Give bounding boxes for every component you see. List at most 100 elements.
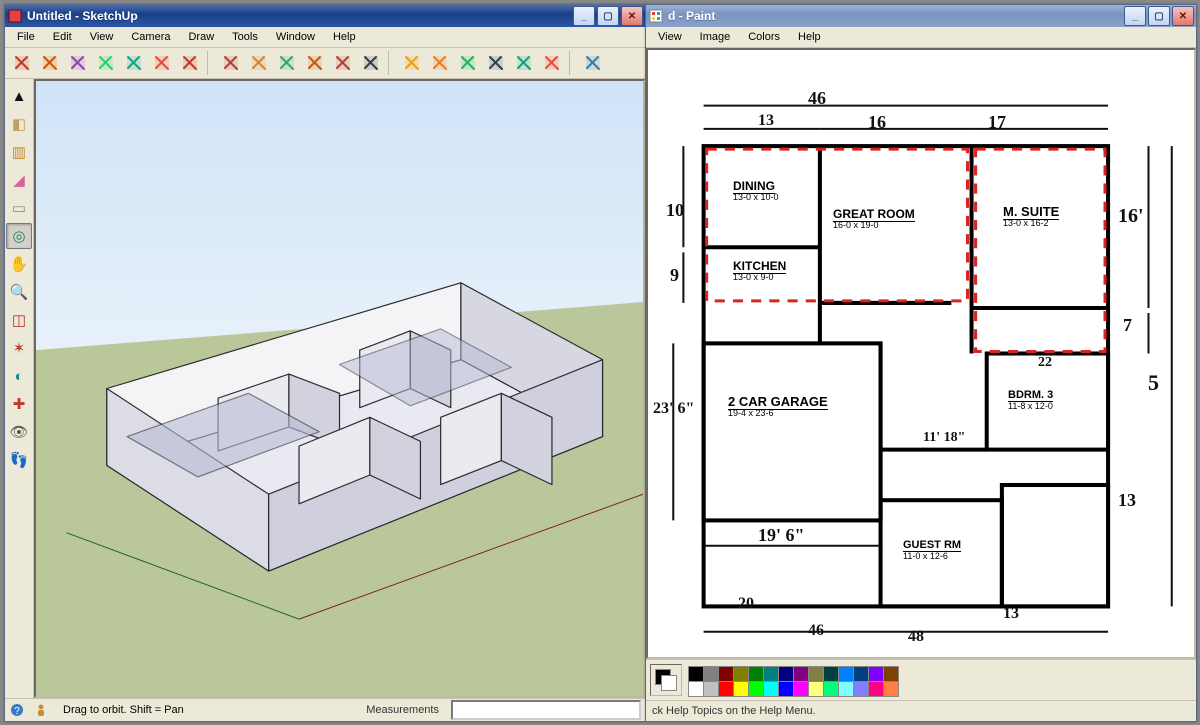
menu-help[interactable]: Help xyxy=(790,29,829,45)
menu-view[interactable]: View xyxy=(650,29,690,45)
dimension-annotation: 16' xyxy=(1118,205,1144,228)
zoom-window-tool[interactable]: ◫ xyxy=(6,307,32,333)
measurements-label: Measurements xyxy=(366,704,443,716)
paint-titlebar[interactable]: d - Paint _ ▢ ✕ xyxy=(646,5,1196,27)
swatch[interactable] xyxy=(748,666,764,682)
paint-color-palette xyxy=(646,659,1196,700)
swatch[interactable] xyxy=(808,681,824,697)
followme-tool[interactable] xyxy=(302,50,328,76)
menu-window[interactable]: Window xyxy=(268,29,323,45)
measurements-input[interactable] xyxy=(451,700,641,720)
component-tool[interactable]: ◧ xyxy=(6,111,32,137)
swatch[interactable] xyxy=(823,681,839,697)
look-around-tool[interactable]: 👁 xyxy=(6,419,32,445)
swatch[interactable] xyxy=(718,681,734,697)
swatch[interactable] xyxy=(838,681,854,697)
swatch[interactable] xyxy=(748,681,764,697)
person-status-icon[interactable] xyxy=(33,702,49,718)
menu-camera[interactable]: Camera xyxy=(123,29,178,45)
swatch[interactable] xyxy=(733,681,749,697)
pan-tool[interactable]: ✋ xyxy=(6,251,32,277)
tape-tool[interactable] xyxy=(399,50,425,76)
sketchup-toolbar xyxy=(5,48,645,79)
swatch[interactable] xyxy=(868,666,884,682)
menu-tools[interactable]: Tools xyxy=(224,29,266,45)
menu-file[interactable]: File xyxy=(9,29,43,45)
move-tool[interactable] xyxy=(218,50,244,76)
dimension-annotation: 20 xyxy=(738,595,754,613)
zoom-tool[interactable]: 🔍 xyxy=(6,279,32,305)
sectionplane-tool[interactable] xyxy=(539,50,565,76)
swatch[interactable] xyxy=(853,666,869,682)
sketchup-titlebar[interactable]: Untitled - SketchUp _ ▢ ✕ xyxy=(5,5,645,27)
rotate-tool[interactable] xyxy=(274,50,300,76)
swatch[interactable] xyxy=(838,666,854,682)
menu-help[interactable]: Help xyxy=(325,29,364,45)
swatch[interactable] xyxy=(688,666,704,682)
minimize-button[interactable]: _ xyxy=(573,6,595,26)
paint-bucket-tool[interactable]: ▥ xyxy=(6,139,32,165)
paint-canvas-area[interactable]: DINING13-0 x 10-0GREAT ROOM16-0 x 19-0M.… xyxy=(646,48,1196,659)
close-button[interactable]: ✕ xyxy=(1172,6,1194,26)
help-status-icon[interactable]: ? xyxy=(9,702,25,718)
circle-tool[interactable] xyxy=(93,50,119,76)
swatch[interactable] xyxy=(688,681,704,697)
dimension-annotation: 46 xyxy=(808,88,826,109)
axes-tool[interactable] xyxy=(455,50,481,76)
text-tool[interactable] xyxy=(511,50,537,76)
swatch[interactable] xyxy=(763,666,779,682)
dimension-annotation: 13 xyxy=(758,112,774,130)
swatch[interactable] xyxy=(733,666,749,682)
previous-view-tool[interactable]: ◐ xyxy=(6,363,32,389)
line-tool[interactable] xyxy=(9,50,35,76)
eraser-tool2[interactable]: ◢ xyxy=(6,167,32,193)
current-colors[interactable] xyxy=(650,664,682,696)
arc-tool[interactable] xyxy=(121,50,147,76)
offset-tool[interactable] xyxy=(358,50,384,76)
swatch[interactable] xyxy=(778,681,794,697)
position-camera-tool[interactable]: ✚ xyxy=(6,391,32,417)
swatch[interactable] xyxy=(823,666,839,682)
swatch[interactable] xyxy=(793,681,809,697)
swatch[interactable] xyxy=(763,681,779,697)
maximize-button[interactable]: ▢ xyxy=(597,6,619,26)
maximize-button[interactable]: ▢ xyxy=(1148,6,1170,26)
dimension-annotation: 22 xyxy=(1038,355,1052,371)
swatch[interactable] xyxy=(808,666,824,682)
swatch[interactable] xyxy=(718,666,734,682)
protractor-tool[interactable] xyxy=(427,50,453,76)
menu-view[interactable]: View xyxy=(82,29,122,45)
orbit-tool[interactable]: ◎ xyxy=(6,223,32,249)
room-label: BDRM. 311-8 x 12-0 xyxy=(1008,390,1053,411)
menu-image[interactable]: Image xyxy=(692,29,739,45)
zoom-extents-tool[interactable]: ✶ xyxy=(6,335,32,361)
room-label: KITCHEN13-0 x 9-0 xyxy=(733,260,786,282)
swatch[interactable] xyxy=(868,681,884,697)
swatch[interactable] xyxy=(883,666,899,682)
menu-draw[interactable]: Draw xyxy=(180,29,222,45)
swatch[interactable] xyxy=(883,681,899,697)
menu-colors[interactable]: Colors xyxy=(740,29,788,45)
walk-tool[interactable]: 👣 xyxy=(6,447,32,473)
sketchup-viewport[interactable] xyxy=(34,79,645,698)
polygon-tool[interactable] xyxy=(149,50,175,76)
swatch[interactable] xyxy=(853,681,869,697)
dimension-annotation: 7 xyxy=(1123,315,1132,336)
eraser-tool[interactable] xyxy=(37,50,63,76)
swatch[interactable] xyxy=(778,666,794,682)
swatch[interactable] xyxy=(703,681,719,697)
gdrive-tool[interactable] xyxy=(580,50,606,76)
minimize-button[interactable]: _ xyxy=(1124,6,1146,26)
swatch[interactable] xyxy=(703,666,719,682)
select-tool[interactable]: ▲ xyxy=(6,83,32,109)
pushpull-tool[interactable] xyxy=(246,50,272,76)
rectangle-tool2[interactable]: ▭ xyxy=(6,195,32,221)
swatch[interactable] xyxy=(793,666,809,682)
dimension-tool[interactable] xyxy=(483,50,509,76)
scale-tool[interactable] xyxy=(330,50,356,76)
menu-edit[interactable]: Edit xyxy=(45,29,80,45)
freehand-tool[interactable] xyxy=(177,50,203,76)
sketchup-app-icon xyxy=(7,8,23,24)
close-button[interactable]: ✕ xyxy=(621,6,643,26)
rectangle-tool[interactable] xyxy=(65,50,91,76)
